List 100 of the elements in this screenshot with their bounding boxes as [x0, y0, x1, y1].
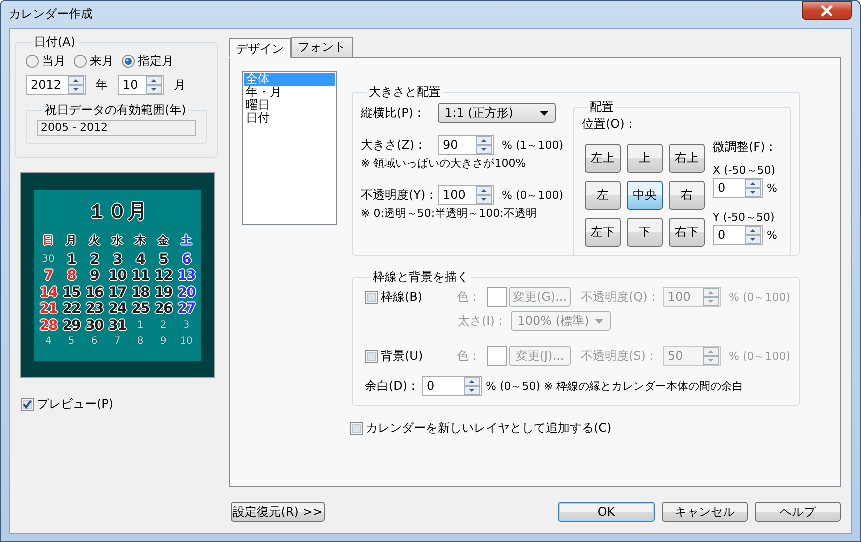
- tab[interactable]: デザイン: [229, 38, 291, 58]
- day-number: 7: [114, 335, 121, 350]
- spin-buttons-icon[interactable]: [745, 179, 761, 197]
- day-number: 15: [62, 284, 80, 301]
- ok-button[interactable]: OK: [558, 502, 655, 522]
- day-number: 5: [159, 252, 168, 268]
- day-number: 12: [154, 268, 172, 284]
- close-button[interactable]: [802, 1, 852, 20]
- day-number: 24: [108, 301, 126, 318]
- position-button[interactable]: 右: [669, 181, 705, 210]
- list-item[interactable]: 年・月: [244, 86, 335, 99]
- position-button[interactable]: 右上: [669, 144, 705, 173]
- group-label: 大きさと配置: [368, 84, 442, 101]
- number-field[interactable]: 100: [438, 185, 494, 205]
- tab[interactable]: フォント: [291, 37, 353, 57]
- checkbox-label[interactable]: カレンダーを新しいレイヤとして追加する(C): [350, 420, 800, 437]
- day-number: 27: [178, 301, 196, 318]
- position-button[interactable]: 右下: [669, 218, 705, 247]
- day-number: 19: [154, 284, 172, 301]
- note-text: ※ 領域いっぱいの大きさが100%: [361, 156, 528, 171]
- aspect-dropdown[interactable]: 1:1 (正方形): [438, 103, 556, 123]
- day-number: 3: [113, 252, 122, 268]
- day-number: 31: [108, 318, 126, 334]
- field-label: 余白(D) :: [365, 378, 416, 394]
- spin-buttons-icon[interactable]: [464, 377, 480, 395]
- day-number: 21: [40, 301, 58, 318]
- restore-settings-button[interactable]: 設定復元(R) >>: [231, 502, 325, 522]
- field-label: 位置(O) :: [582, 116, 634, 133]
- radio-option[interactable]: 指定月: [122, 53, 174, 70]
- list-item[interactable]: 曜日: [244, 99, 335, 112]
- day-number: 9: [160, 335, 167, 350]
- spin-buttons-icon[interactable]: [68, 76, 84, 94]
- day-number: 2: [160, 318, 167, 333]
- weekday-label: 土: [181, 233, 192, 250]
- group-label: 祝日データの有効範囲(年): [44, 102, 188, 119]
- spin-buttons-icon[interactable]: [745, 226, 761, 244]
- day-number: 30: [86, 318, 104, 334]
- day-number: 22: [62, 301, 80, 318]
- spin-buttons-icon[interactable]: [476, 186, 492, 204]
- window-title: カレンダー作成: [9, 6, 93, 23]
- day-number: 16: [86, 284, 104, 301]
- radio-icon: [74, 55, 87, 68]
- list-item[interactable]: 日付: [244, 112, 335, 125]
- position-button[interactable]: 左上: [585, 144, 621, 173]
- field-label: 縦横比(P) :: [361, 104, 422, 122]
- number-field[interactable]: 0: [713, 225, 763, 245]
- field-label: 不透明度(S) :: [581, 348, 655, 364]
- field-label: 太さ(I) :: [458, 312, 503, 330]
- range-text: % (0～100): [502, 188, 564, 202]
- field-label: 不透明度(Y) :: [361, 186, 435, 204]
- position-button[interactable]: 左下: [585, 218, 621, 247]
- caret-icon: [594, 318, 604, 324]
- number-field[interactable]: 0: [422, 376, 482, 396]
- spin-buttons-icon[interactable]: [146, 76, 162, 94]
- day-number: 14: [40, 284, 58, 301]
- color-swatch[interactable]: [487, 287, 507, 307]
- day-number: 10: [180, 335, 193, 350]
- checkbox[interactable]: [350, 422, 363, 435]
- day-number: 10: [108, 268, 126, 284]
- group-label: 枠線と背景を描く: [372, 269, 470, 286]
- number-field[interactable]: 90: [438, 135, 494, 155]
- radio-option[interactable]: 来月: [74, 53, 114, 70]
- day-number: 25: [132, 301, 150, 318]
- field-label: 色 :: [457, 348, 478, 364]
- radio-option[interactable]: 当月: [26, 53, 66, 70]
- number-field[interactable]: 2012: [26, 75, 86, 95]
- group-label: 配置: [589, 99, 615, 116]
- field-label: 色 :: [457, 288, 478, 306]
- day-number: 11: [132, 268, 150, 284]
- position-button[interactable]: 上: [627, 144, 663, 173]
- field-label: 大きさ(Z) :: [361, 136, 424, 154]
- note-text: ※ 0:透明～50:半透明～100:不透明: [361, 206, 538, 221]
- day-number: 26: [154, 301, 172, 318]
- position-button[interactable]: 下: [627, 218, 663, 247]
- position-button[interactable]: 中央: [627, 181, 663, 210]
- position-button[interactable]: 左: [585, 181, 621, 210]
- day-number: 2: [90, 252, 99, 268]
- day-number: 8: [67, 268, 76, 284]
- weekday-label: 月: [66, 233, 77, 250]
- preview-checkbox-label[interactable]: プレビュー(P): [21, 396, 229, 413]
- day-number: 3: [183, 318, 190, 333]
- unit-text: %: [767, 228, 778, 242]
- field-label: X (-50～50): [713, 163, 777, 178]
- caret-icon: [540, 110, 549, 116]
- checkbox[interactable]: [21, 398, 34, 411]
- spin-buttons-icon[interactable]: [476, 136, 492, 154]
- cancel-button[interactable]: キャンセル: [662, 502, 748, 522]
- close-icon: [820, 4, 834, 16]
- weekday-label: 日: [43, 233, 54, 250]
- weekday-label: 水: [112, 233, 123, 250]
- number-field[interactable]: 0: [713, 178, 763, 198]
- day-number: 23: [86, 301, 104, 318]
- help-button[interactable]: ヘルプ: [755, 502, 841, 522]
- color-swatch[interactable]: [487, 346, 507, 366]
- field-label: Y (-50～50): [713, 210, 776, 225]
- day-number: 28: [40, 318, 58, 334]
- day-number: 29: [62, 318, 80, 334]
- number-field[interactable]: 10: [118, 75, 164, 95]
- day-number: 5: [68, 335, 75, 350]
- range-field: 2005 - 2012: [37, 120, 196, 136]
